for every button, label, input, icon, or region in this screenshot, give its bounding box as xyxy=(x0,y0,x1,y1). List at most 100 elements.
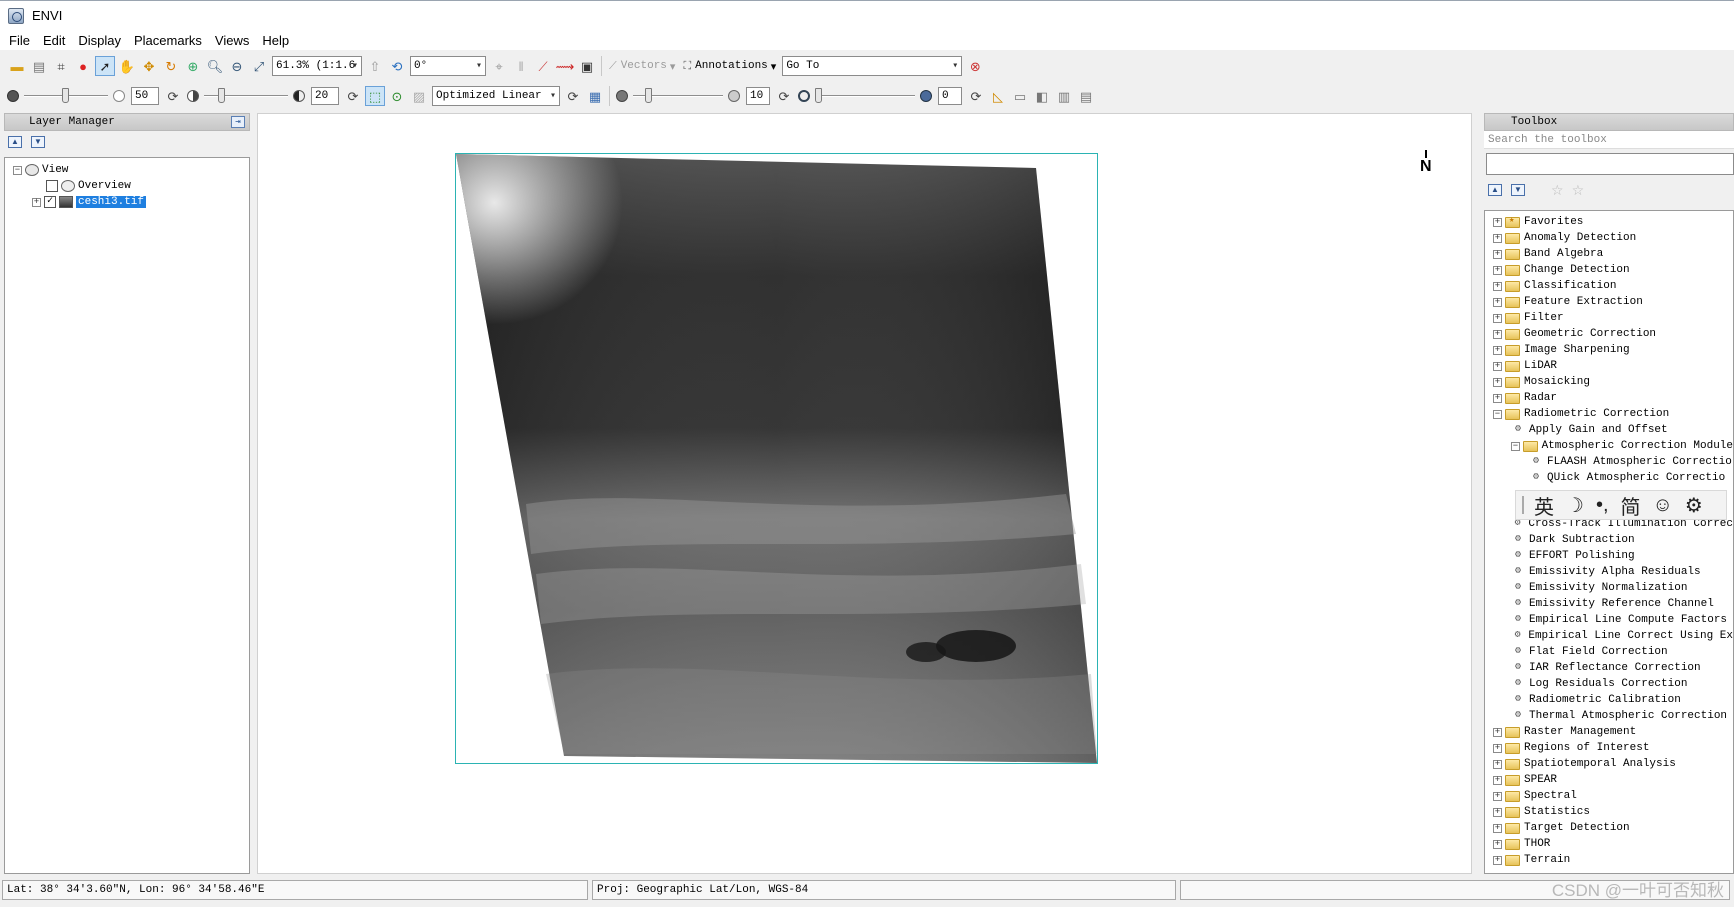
ime-simplified-icon[interactable]: 简 xyxy=(1621,491,1641,520)
toolbox-tool[interactable]: ⚙ Dark Subtraction xyxy=(1485,532,1733,548)
chip-view-icon[interactable]: ⌗ xyxy=(51,56,71,76)
toolbox-tool[interactable]: ⚙ Emissivity Alpha Residuals xyxy=(1485,564,1733,580)
reset-brightness-icon[interactable]: ⟳ xyxy=(163,86,183,106)
contrast-slider[interactable] xyxy=(204,86,288,106)
collapse-icon[interactable]: − xyxy=(1511,441,1520,451)
sharpen-slider[interactable] xyxy=(633,86,723,106)
spectral-icon[interactable]: ⟿ xyxy=(555,56,575,76)
data-manager-icon[interactable]: ▤ xyxy=(29,56,49,76)
toolbox-folder[interactable]: + Feature Extraction xyxy=(1485,294,1733,310)
move-up-icon[interactable]: ▲ xyxy=(8,136,22,148)
open-folder-icon[interactable]: ▬ xyxy=(7,56,27,76)
collapse-all-icon[interactable]: ▲ xyxy=(1488,184,1502,196)
zoom-out-icon[interactable]: ⊖ xyxy=(227,56,247,76)
toolbox-folder[interactable]: + Filter xyxy=(1485,310,1733,326)
toolbox-folder[interactable]: + Terrain xyxy=(1485,852,1733,868)
toolbox-folder[interactable]: + Mosaicking xyxy=(1485,374,1733,390)
toolbox-folder[interactable]: + Band Algebra xyxy=(1485,246,1733,262)
menu-file[interactable]: File xyxy=(4,33,35,48)
view-split-icon[interactable]: ◧ xyxy=(1032,86,1052,106)
tree-view-node[interactable]: − View xyxy=(5,162,249,178)
toolbox-tool[interactable]: ⚙ Apply Gain and Offset xyxy=(1485,422,1733,438)
toolbox-tool[interactable]: ⚙ FLAASH Atmospheric Correctio xyxy=(1485,454,1733,470)
stretch-combo[interactable]: Optimized Linear ▾ xyxy=(432,86,560,106)
toolbox-tool[interactable]: ⚙ QUick Atmospheric Correctio xyxy=(1485,470,1733,486)
toolbox-folder[interactable]: + Classification xyxy=(1485,278,1733,294)
select-arrow-icon[interactable]: ➚ xyxy=(95,56,115,76)
portal-icon[interactable]: ◺ xyxy=(988,86,1008,106)
toolbox-tool[interactable]: ⚙ EFFORT Polishing xyxy=(1485,548,1733,564)
expand-icon[interactable]: + xyxy=(1493,233,1502,243)
expand-icon[interactable]: + xyxy=(1493,281,1502,291)
expand-icon[interactable]: + xyxy=(1493,727,1502,737)
annotations-dropdown[interactable]: ⛶ Annotations ▾ xyxy=(679,60,780,73)
menu-help[interactable]: Help xyxy=(257,33,294,48)
toolbox-tool[interactable]: ⚙ Thermal Atmospheric Correction xyxy=(1485,708,1733,724)
toolbox-folder[interactable]: + Raster Management xyxy=(1485,724,1733,740)
sharpen-value[interactable]: 10 xyxy=(746,87,770,105)
toolbox-search-input[interactable] xyxy=(1486,153,1734,175)
expand-icon[interactable]: + xyxy=(1493,329,1502,339)
tree-overview-node[interactable]: Overview xyxy=(5,178,249,194)
view-grid-icon[interactable]: ▥ xyxy=(1054,86,1074,106)
goto-execute-icon[interactable]: ⊗ xyxy=(965,56,985,76)
expand-icon[interactable]: + xyxy=(1493,361,1502,371)
histogram-icon[interactable]: ▦ xyxy=(585,86,605,106)
brightness-value[interactable]: 50 xyxy=(131,87,159,105)
toolbox-folder[interactable]: + Statistics xyxy=(1485,804,1733,820)
rotate-icon[interactable]: ↻ xyxy=(161,56,181,76)
toolbox-folder[interactable]: + Spectral xyxy=(1485,788,1733,804)
measure-icon[interactable]: ⟋ xyxy=(533,56,553,76)
reset-sharpen-icon[interactable]: ⟳ xyxy=(774,86,794,106)
toolbox-tool[interactable]: ⚙ Empirical Line Correct Using Ex xyxy=(1485,628,1733,644)
expand-icon[interactable]: + xyxy=(1493,265,1502,275)
toolbox-tool[interactable]: ⚙ Log Residuals Correction xyxy=(1485,676,1733,692)
favorite-star-icon[interactable]: ☆ xyxy=(1551,182,1564,199)
transparency-slider[interactable] xyxy=(815,86,915,106)
toolbox-folder[interactable]: + Favorites xyxy=(1485,214,1733,230)
toolbox-tool[interactable]: ⚙ IAR Reflectance Correction xyxy=(1485,660,1733,676)
rotate-view-icon[interactable]: ⟲ xyxy=(387,56,407,76)
zoom-combo[interactable]: 61.3% (1:1.6 ▾ xyxy=(272,56,362,76)
transparency-value[interactable]: 0 xyxy=(938,87,962,105)
toolbox-folder[interactable]: + Radar xyxy=(1485,390,1733,406)
toolbox-folder[interactable]: + Regions of Interest xyxy=(1485,740,1733,756)
contrast-value[interactable]: 20 xyxy=(311,87,339,105)
expand-icon[interactable]: + xyxy=(1493,345,1502,355)
tree-raster-node[interactable]: + ✓ ceshi3.tif xyxy=(5,194,249,210)
toolbox-folder[interactable]: + Image Sharpening xyxy=(1485,342,1733,358)
pixel-locator-icon[interactable]: ▣ xyxy=(577,56,597,76)
stretch-extent-icon[interactable]: ⬚ xyxy=(365,86,385,106)
toolbox-folder[interactable]: + Target Detection xyxy=(1485,820,1733,836)
expand-icon[interactable]: + xyxy=(1493,823,1502,833)
toolbox-folder[interactable]: + LiDAR xyxy=(1485,358,1733,374)
expand-icon[interactable]: + xyxy=(1493,249,1502,259)
placemark-icon[interactable]: ● xyxy=(73,56,93,76)
ime-emoji-icon[interactable]: ☺ xyxy=(1653,494,1673,517)
rotation-combo[interactable]: 0° ▾ xyxy=(410,56,486,76)
expand-icon[interactable]: + xyxy=(1493,855,1502,865)
toolbox-folder[interactable]: + Change Detection xyxy=(1485,262,1733,278)
zoom-full-icon[interactable]: ⤢ xyxy=(249,56,269,76)
fly-icon[interactable]: ✥ xyxy=(139,56,159,76)
expand-all-icon[interactable]: ▼ xyxy=(1511,184,1525,196)
stretch-view-icon[interactable]: ⊙ xyxy=(387,86,407,106)
raster-checkbox[interactable]: ✓ xyxy=(44,196,56,208)
view-layout-icon[interactable]: ▤ xyxy=(1076,86,1096,106)
move-down-icon[interactable]: ▼ xyxy=(31,136,45,148)
toolbox-folder[interactable]: − Radiometric Correction xyxy=(1485,406,1733,422)
expand-icon[interactable]: + xyxy=(1493,313,1502,323)
pan-hand-icon[interactable]: ✋ xyxy=(117,56,137,76)
view-single-icon[interactable]: ▭ xyxy=(1010,86,1030,106)
overview-checkbox[interactable] xyxy=(46,180,58,192)
toolbox-folder[interactable]: + Anomaly Detection xyxy=(1485,230,1733,246)
favorite-star-add-icon[interactable]: ☆ xyxy=(1572,182,1585,199)
menu-edit[interactable]: Edit xyxy=(38,33,70,48)
ime-grip[interactable] xyxy=(1522,496,1524,514)
toolbox-folder[interactable]: + SPEAR xyxy=(1485,772,1733,788)
satellite-image[interactable] xyxy=(456,154,1097,763)
expand-icon[interactable]: + xyxy=(1493,743,1502,753)
collapse-icon[interactable]: − xyxy=(13,165,22,175)
toolbox-tool[interactable]: ⚙ Radiometric Calibration xyxy=(1485,692,1733,708)
pin-icon[interactable]: ⇥ xyxy=(231,116,245,128)
